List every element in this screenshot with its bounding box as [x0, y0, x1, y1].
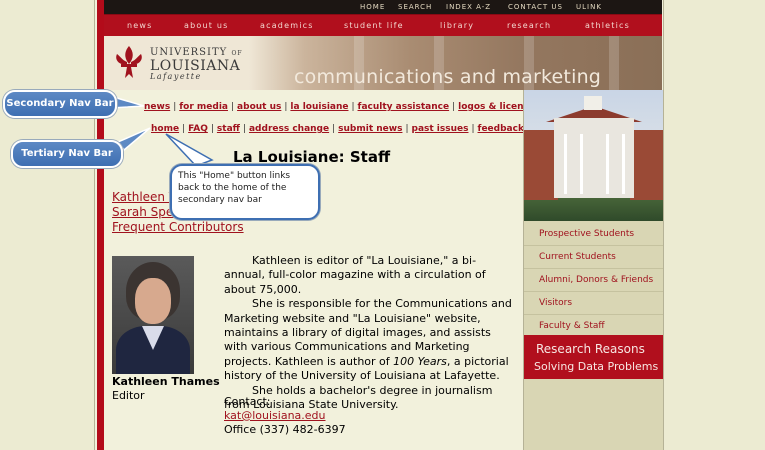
tertiary-nav-callout: Tertiary Nav Bar: [11, 140, 123, 168]
annotation-arrows: [109, 94, 214, 167]
home-note-callout: This "Home" button links back to the hom…: [170, 164, 320, 220]
secondary-nav-callout: Secondary Nav Bar: [3, 90, 117, 118]
